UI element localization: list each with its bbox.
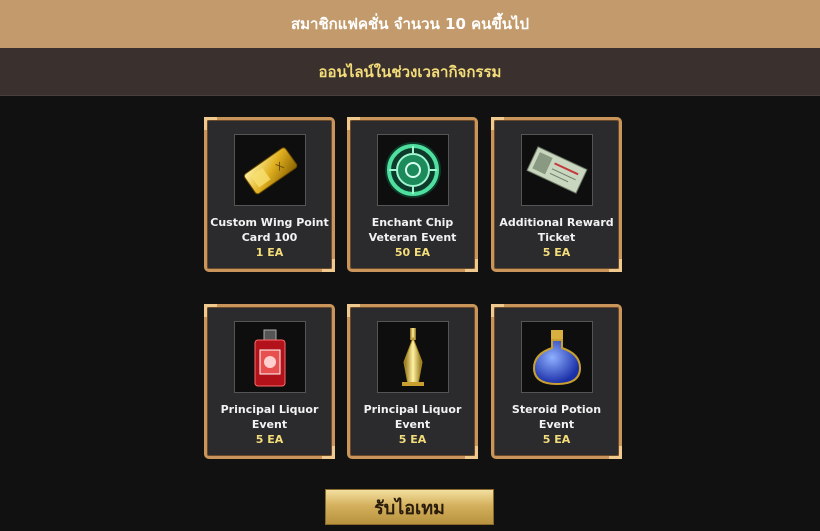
item-quantity: 1 EA [255,246,284,259]
item-quantity: 5 EA [542,433,571,446]
banner-subtitle: ออนไลน์ในช่วงเวลากิจกรรม [318,62,502,81]
item-name: Steroid Potion Event [511,403,602,431]
claim-button-label: รับไอเทม [374,497,445,519]
reward-item-card[interactable]: Additional Reward Ticket 5 EA [491,117,622,272]
item-name: Additional Reward Ticket [499,216,614,244]
item-quantity: 5 EA [542,246,571,259]
online-during-event-banner: ออนไลน์ในช่วงเวลากิจกรรม [0,48,820,96]
faction-members-banner: สมาชิกแฟคชั่น จำนวน 10 คนขึ้นไป [0,0,820,48]
item-label: Steroid Potion Event 5 EA [496,402,617,447]
reward-item-card[interactable]: Principal Liquor Event 5 EA [204,304,335,459]
claim-items-button[interactable]: รับไอเทม [325,489,494,525]
item-quantity: 5 EA [398,433,427,446]
item-name: Principal Liquor Event [363,403,462,431]
item-label: Enchant Chip Veteran Event 50 EA [352,215,473,260]
red-liquor-bottle-icon [234,321,306,393]
item-label: Principal Liquor Event 5 EA [352,402,473,447]
item-label: Additional Reward Ticket 5 EA [496,215,617,260]
blue-potion-icon [521,321,593,393]
gold-card-icon: X [234,134,306,206]
reward-item-card[interactable]: Steroid Potion Event 5 EA [491,304,622,459]
item-name: Principal Liquor Event [220,403,319,431]
reward-item-card[interactable]: Enchant Chip Veteran Event 50 EA [347,117,478,272]
reward-item-card[interactable]: Principal Liquor Event 5 EA [347,304,478,459]
item-name: Custom Wing Point Card 100 [210,216,329,244]
banner-title: สมาชิกแฟคชั่น จำนวน 10 คนขึ้นไป [290,15,530,33]
ticket-icon [521,134,593,206]
item-quantity: 5 EA [255,433,284,446]
item-label: Custom Wing Point Card 100 1 EA [209,215,330,260]
reward-item-card[interactable]: X Custom Wing Point Card 100 1 EA [204,117,335,272]
item-label: Principal Liquor Event 5 EA [209,402,330,447]
item-quantity: 50 EA [394,246,431,259]
item-name: Enchant Chip Veteran Event [368,216,457,244]
green-chip-icon [377,134,449,206]
gold-liquor-bottle-icon [377,321,449,393]
